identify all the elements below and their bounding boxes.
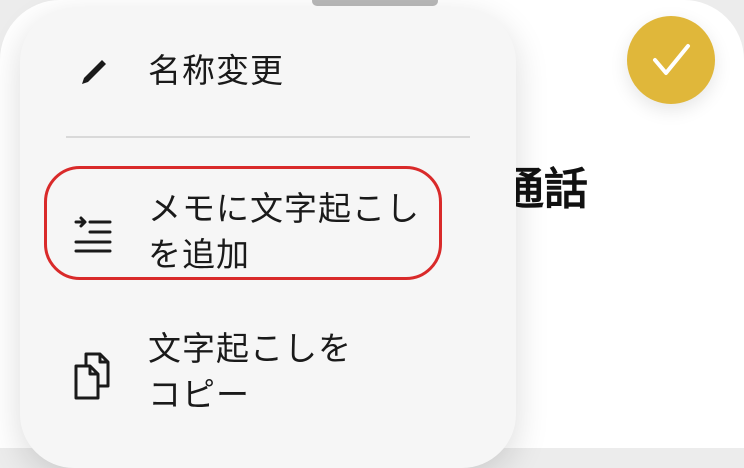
menu-item-label: 名称変更 bbox=[148, 51, 284, 90]
menu-divider bbox=[66, 136, 470, 138]
highlight-outline bbox=[44, 166, 442, 280]
menu-item-rename[interactable]: 名称変更 bbox=[20, 48, 516, 94]
checkmark-icon bbox=[653, 44, 690, 75]
sheet-handle[interactable] bbox=[312, 0, 438, 6]
label-line: 文字起こしを bbox=[148, 329, 352, 368]
copy-icon bbox=[72, 350, 112, 402]
label-line: コピー bbox=[148, 375, 250, 414]
pencil-icon bbox=[72, 56, 112, 88]
done-button[interactable] bbox=[627, 16, 715, 104]
menu-item-label: 文字起こしを コピー bbox=[148, 326, 352, 418]
menu-item-copy-transcript[interactable]: 文字起こしを コピー bbox=[20, 326, 516, 422]
